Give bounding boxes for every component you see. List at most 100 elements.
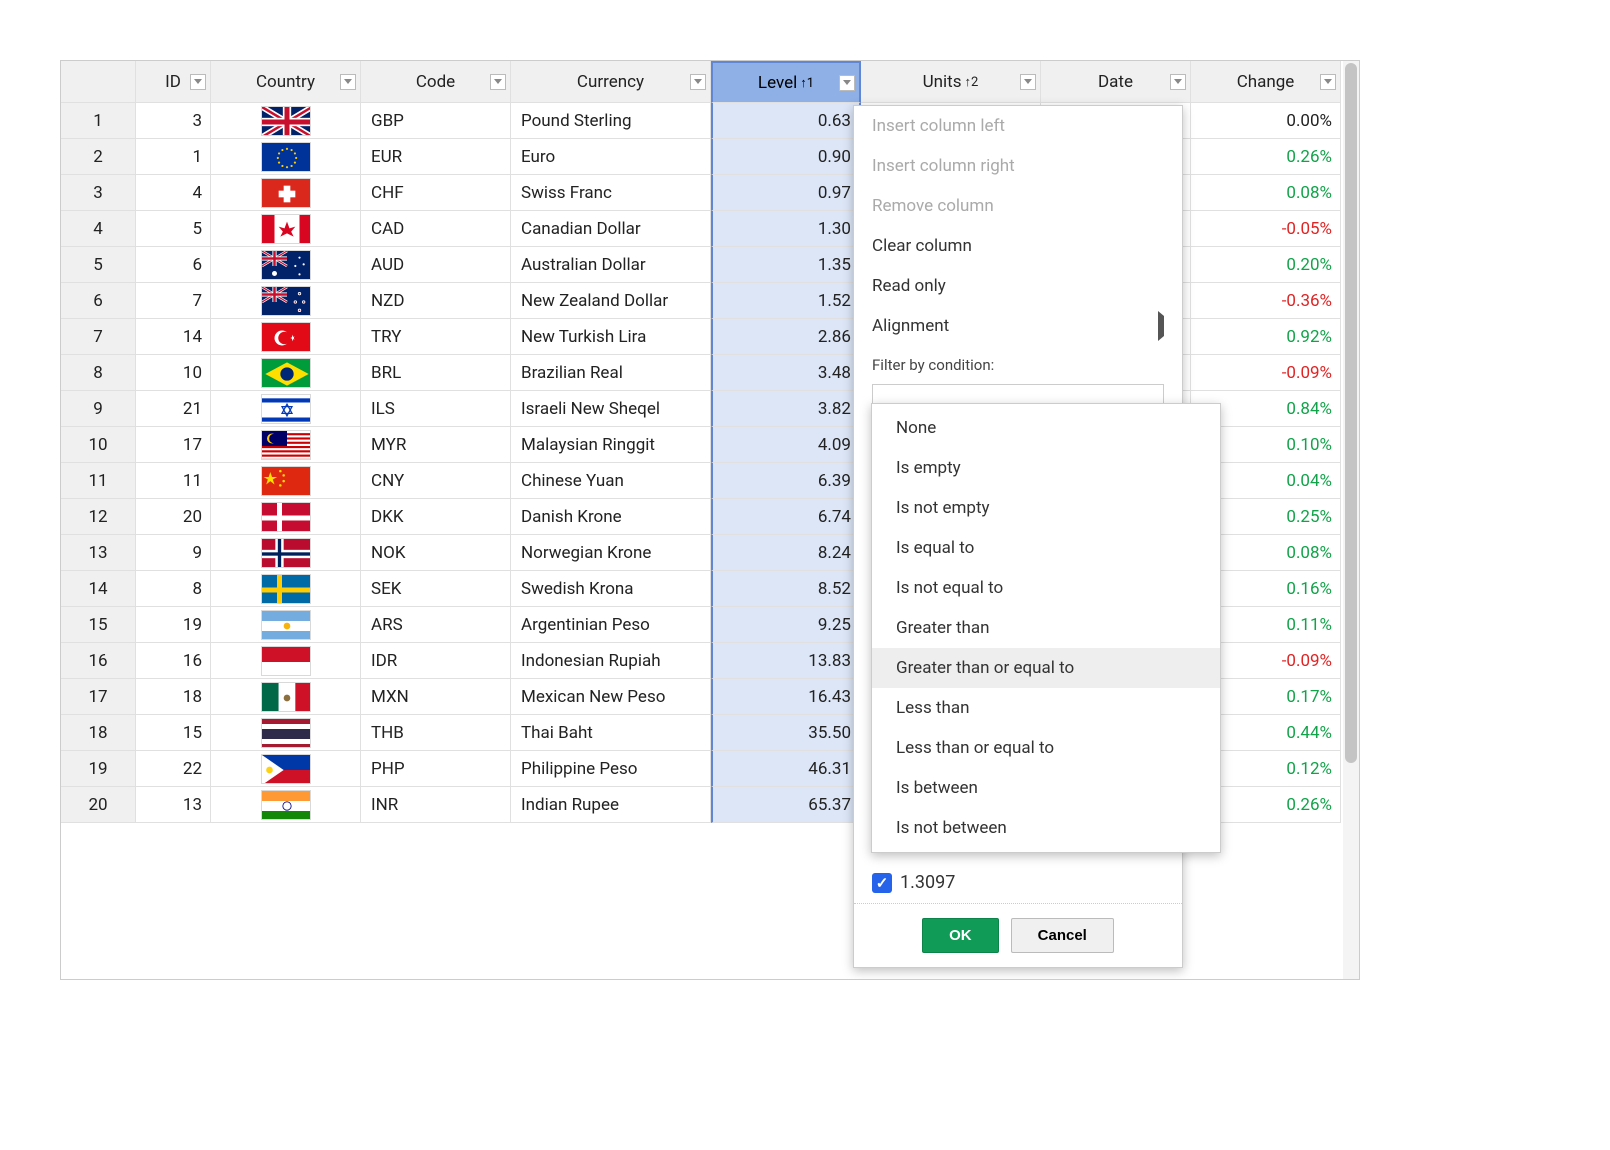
row-number[interactable]: 14 bbox=[61, 571, 136, 607]
row-number[interactable]: 18 bbox=[61, 715, 136, 751]
cell-country-flag[interactable] bbox=[211, 247, 361, 283]
cell-id[interactable]: 22 bbox=[136, 751, 211, 787]
cell-level[interactable]: 1.52 bbox=[711, 283, 861, 319]
row-number[interactable]: 2 bbox=[61, 139, 136, 175]
row-number[interactable]: 5 bbox=[61, 247, 136, 283]
cell-level[interactable]: 6.39 bbox=[711, 463, 861, 499]
cell-id[interactable]: 4 bbox=[136, 175, 211, 211]
cell-change[interactable]: 0.08% bbox=[1191, 175, 1341, 211]
cell-id[interactable]: 8 bbox=[136, 571, 211, 607]
vertical-scrollbar[interactable] bbox=[1343, 61, 1359, 979]
cell-country-flag[interactable] bbox=[211, 283, 361, 319]
cell-code[interactable]: INR bbox=[361, 787, 511, 823]
filter-toggle-icon[interactable] bbox=[1320, 74, 1336, 90]
row-number[interactable]: 12 bbox=[61, 499, 136, 535]
cell-code[interactable]: GBP bbox=[361, 103, 511, 139]
cell-id[interactable]: 5 bbox=[136, 211, 211, 247]
cell-change[interactable]: -0.36% bbox=[1191, 283, 1341, 319]
cell-code[interactable]: PHP bbox=[361, 751, 511, 787]
row-number[interactable]: 4 bbox=[61, 211, 136, 247]
cell-country-flag[interactable] bbox=[211, 427, 361, 463]
cell-level[interactable]: 1.35 bbox=[711, 247, 861, 283]
cell-level[interactable]: 8.52 bbox=[711, 571, 861, 607]
cell-country-flag[interactable] bbox=[211, 607, 361, 643]
cell-currency[interactable]: Israeli New Sheqel bbox=[511, 391, 711, 427]
menu-clear-column[interactable]: Clear column bbox=[854, 226, 1182, 266]
filter-toggle-icon[interactable] bbox=[690, 74, 706, 90]
cell-currency[interactable]: Australian Dollar bbox=[511, 247, 711, 283]
cell-code[interactable]: CAD bbox=[361, 211, 511, 247]
cell-code[interactable]: BRL bbox=[361, 355, 511, 391]
filter-toggle-icon[interactable] bbox=[839, 75, 855, 91]
cell-id[interactable]: 14 bbox=[136, 319, 211, 355]
cell-code[interactable]: ILS bbox=[361, 391, 511, 427]
cell-country-flag[interactable] bbox=[211, 715, 361, 751]
cell-id[interactable]: 11 bbox=[136, 463, 211, 499]
cell-level[interactable]: 16.43 bbox=[711, 679, 861, 715]
menu-insert-column-right[interactable]: Insert column right bbox=[854, 146, 1182, 186]
row-number[interactable]: 16 bbox=[61, 643, 136, 679]
header-code[interactable]: Code bbox=[361, 61, 511, 103]
cell-id[interactable]: 10 bbox=[136, 355, 211, 391]
menu-remove-column[interactable]: Remove column bbox=[854, 186, 1182, 226]
menu-read-only[interactable]: Read only bbox=[854, 266, 1182, 306]
filter-condition-option[interactable]: Greater than or equal to bbox=[872, 648, 1220, 688]
cell-level[interactable]: 8.24 bbox=[711, 535, 861, 571]
row-number[interactable]: 8 bbox=[61, 355, 136, 391]
cell-id[interactable]: 21 bbox=[136, 391, 211, 427]
cell-id[interactable]: 16 bbox=[136, 643, 211, 679]
menu-insert-column-left[interactable]: Insert column left bbox=[854, 106, 1182, 146]
filter-condition-option[interactable]: Is equal to bbox=[872, 528, 1220, 568]
cell-country-flag[interactable] bbox=[211, 391, 361, 427]
row-number[interactable]: 3 bbox=[61, 175, 136, 211]
cell-code[interactable]: NZD bbox=[361, 283, 511, 319]
cell-currency[interactable]: Philippine Peso bbox=[511, 751, 711, 787]
cell-country-flag[interactable] bbox=[211, 535, 361, 571]
row-number[interactable]: 20 bbox=[61, 787, 136, 823]
row-number[interactable]: 9 bbox=[61, 391, 136, 427]
cell-id[interactable]: 13 bbox=[136, 787, 211, 823]
cell-country-flag[interactable] bbox=[211, 319, 361, 355]
cell-code[interactable]: TRY bbox=[361, 319, 511, 355]
cell-level[interactable]: 3.82 bbox=[711, 391, 861, 427]
cell-level[interactable]: 0.63 bbox=[711, 103, 861, 139]
cell-currency[interactable]: Malaysian Ringgit bbox=[511, 427, 711, 463]
cell-id[interactable]: 15 bbox=[136, 715, 211, 751]
row-number[interactable]: 13 bbox=[61, 535, 136, 571]
filter-condition-option[interactable]: Is empty bbox=[872, 448, 1220, 488]
cell-level[interactable]: 46.31 bbox=[711, 751, 861, 787]
filter-condition-option[interactable]: Greater than bbox=[872, 608, 1220, 648]
cell-change[interactable]: 0.20% bbox=[1191, 247, 1341, 283]
filter-toggle-icon[interactable] bbox=[340, 74, 356, 90]
row-number[interactable]: 1 bbox=[61, 103, 136, 139]
row-number[interactable]: 6 bbox=[61, 283, 136, 319]
cell-level[interactable]: 35.50 bbox=[711, 715, 861, 751]
cell-code[interactable]: IDR bbox=[361, 643, 511, 679]
cell-currency[interactable]: Brazilian Real bbox=[511, 355, 711, 391]
cell-currency[interactable]: New Zealand Dollar bbox=[511, 283, 711, 319]
cell-country-flag[interactable] bbox=[211, 787, 361, 823]
cell-currency[interactable]: Mexican New Peso bbox=[511, 679, 711, 715]
cell-id[interactable]: 17 bbox=[136, 427, 211, 463]
filter-condition-option[interactable]: Less than bbox=[872, 688, 1220, 728]
filter-condition-option[interactable]: Is not equal to bbox=[872, 568, 1220, 608]
filter-toggle-icon[interactable] bbox=[1020, 74, 1036, 90]
filter-toggle-icon[interactable] bbox=[1170, 74, 1186, 90]
cell-currency[interactable]: Norwegian Krone bbox=[511, 535, 711, 571]
header-country[interactable]: Country bbox=[211, 61, 361, 103]
cell-country-flag[interactable] bbox=[211, 103, 361, 139]
cell-level[interactable]: 4.09 bbox=[711, 427, 861, 463]
row-number[interactable]: 7 bbox=[61, 319, 136, 355]
header-currency[interactable]: Currency bbox=[511, 61, 711, 103]
cell-country-flag[interactable] bbox=[211, 751, 361, 787]
cell-change[interactable]: -0.09% bbox=[1191, 355, 1341, 391]
cell-code[interactable]: ARS bbox=[361, 607, 511, 643]
cell-currency[interactable]: Argentinian Peso bbox=[511, 607, 711, 643]
cell-level[interactable]: 13.83 bbox=[711, 643, 861, 679]
filter-condition-option[interactable]: Is not empty bbox=[872, 488, 1220, 528]
row-number[interactable]: 17 bbox=[61, 679, 136, 715]
cell-change[interactable]: 0.92% bbox=[1191, 319, 1341, 355]
cell-code[interactable]: AUD bbox=[361, 247, 511, 283]
filter-toggle-icon[interactable] bbox=[190, 74, 206, 90]
cell-currency[interactable]: Danish Krone bbox=[511, 499, 711, 535]
